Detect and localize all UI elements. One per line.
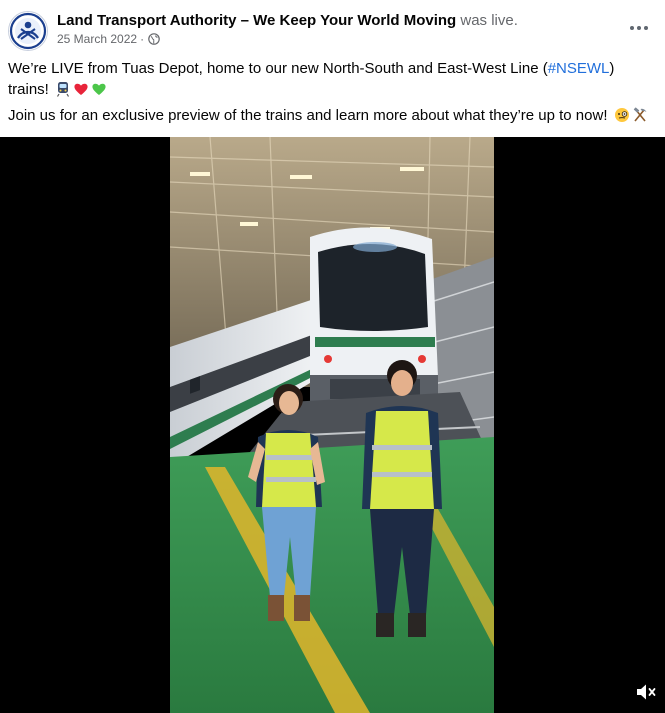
post-text-span: trains! [8, 81, 54, 98]
volume-muted-button[interactable] [635, 681, 657, 703]
green-heart-emoji [92, 83, 106, 95]
post-text-span: We’re LIVE from Tuas Depot, home to our … [8, 60, 548, 77]
post-meta: 25 March 2022 · [57, 32, 160, 46]
volume-muted-icon [637, 684, 656, 700]
post-paragraph-1: We’re LIVE from Tuas Depot, home to our … [8, 58, 653, 100]
live-status-text: was live. [460, 12, 518, 29]
live-video-player[interactable] [0, 137, 665, 713]
lta-logo-icon [9, 12, 47, 50]
page-name-link[interactable]: Land Transport Authority – We Keep Your … [57, 12, 456, 29]
hammer-and-pick-emoji [633, 107, 647, 122]
post-date[interactable]: 25 March 2022 [57, 32, 137, 46]
monocle-face-emoji [614, 108, 629, 122]
post-text-span: ) [609, 60, 615, 77]
more-dot [644, 26, 648, 30]
post-header: Land Transport Authority – We Keep Your … [0, 0, 665, 58]
hashtag-link[interactable]: #NSEWL [548, 60, 610, 77]
red-heart-emoji [74, 83, 88, 95]
post-body: We’re LIVE from Tuas Depot, home to our … [8, 58, 653, 126]
video-still-image [170, 137, 494, 713]
more-dot [630, 26, 634, 30]
page-avatar[interactable] [8, 11, 48, 51]
post-title-line: Land Transport Authority – We Keep Your … [57, 12, 518, 29]
post-paragraph-2: Join us for an exclusive preview of the … [8, 105, 653, 126]
more-options-button[interactable] [623, 16, 655, 40]
globe-icon [148, 33, 160, 45]
post-text-span: Join us for an exclusive preview of the … [8, 107, 612, 124]
more-dot [637, 26, 641, 30]
train-emoji [57, 82, 70, 97]
meta-separator: · [140, 32, 145, 46]
video-frame [170, 137, 494, 713]
